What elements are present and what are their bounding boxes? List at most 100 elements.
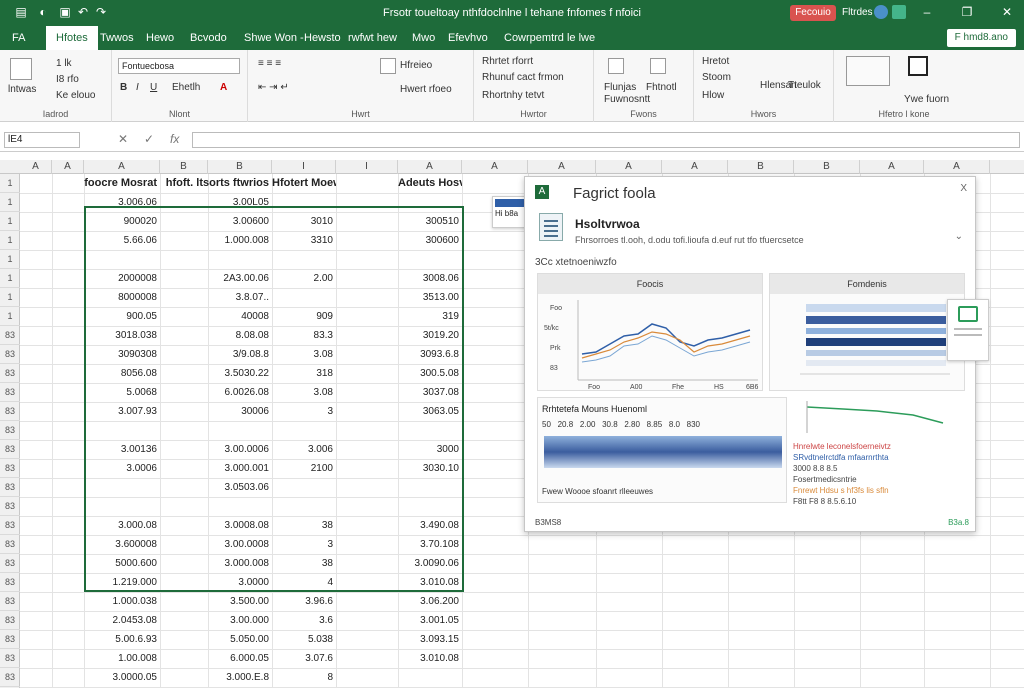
column-header[interactable]: A <box>528 160 596 174</box>
table-cell[interactable]: 3.010.08 <box>398 649 462 668</box>
row-header[interactable]: 83 <box>0 649 20 668</box>
table-cell[interactable]: 40008 <box>160 307 272 326</box>
table-cell[interactable]: 3.0000.05 <box>84 668 160 687</box>
insert-cells-button[interactable]: Hretot <box>702 56 729 67</box>
row-header[interactable]: 83 <box>0 459 20 478</box>
table-cell[interactable]: 3063.05 <box>398 402 462 421</box>
row-header[interactable]: 83 <box>0 478 20 497</box>
percent-button[interactable]: Rhortnhy tetvt <box>482 90 544 101</box>
table-cell[interactable]: 5.038 <box>272 630 336 649</box>
tab-help[interactable]: Efevhvo <box>448 26 488 50</box>
table-cell[interactable]: 318 <box>272 364 336 383</box>
ideas-button[interactable]: Ywe fuorn <box>904 94 949 105</box>
table-cell[interactable]: 38 <box>272 516 336 535</box>
table-cell[interactable]: 3.00.0006 <box>160 440 272 459</box>
column-header[interactable]: A <box>84 160 160 174</box>
format-painter-button[interactable]: Ke elouo <box>56 90 95 101</box>
table-cell[interactable]: 5000.600 <box>84 554 160 573</box>
table-cell[interactable]: 3.5030.22 <box>160 364 272 383</box>
delete-cells-button[interactable]: Stoom <box>702 72 731 83</box>
avatar[interactable] <box>874 5 888 19</box>
ideas-icon[interactable] <box>908 56 928 76</box>
table-cell[interactable]: 3/9.08.8 <box>160 345 272 364</box>
table-cell[interactable]: 3.0503.06 <box>160 478 272 497</box>
table-cell[interactable] <box>398 250 462 269</box>
row-header[interactable]: 1 <box>0 250 20 269</box>
table-cell[interactable]: 3.000.008 <box>160 554 272 573</box>
merge-center-button[interactable]: Hwert rfoeo <box>400 84 452 95</box>
table-cell[interactable]: 3.093.15 <box>398 630 462 649</box>
row-header[interactable]: 83 <box>0 516 20 535</box>
table-cell[interactable]: 83.3 <box>272 326 336 345</box>
table-cell[interactable]: 909 <box>272 307 336 326</box>
table-cell[interactable] <box>160 497 272 516</box>
wrap-text-button[interactable]: Hfreieo <box>400 60 432 71</box>
table-cell[interactable]: 3.00L05 <box>160 193 272 212</box>
table-cell[interactable]: 3.6 <box>272 611 336 630</box>
table-cell[interactable]: 2100 <box>272 459 336 478</box>
conditional-format-icon[interactable] <box>608 58 624 74</box>
table-cell[interactable]: 3.010.08 <box>398 573 462 592</box>
table-cell[interactable]: 5.00.6.93 <box>84 630 160 649</box>
table-cell[interactable]: 5.0068 <box>84 383 160 402</box>
column-header[interactable]: B <box>208 160 272 174</box>
table-cell[interactable]: 6.000.05 <box>160 649 272 668</box>
table-cell[interactable] <box>272 497 336 516</box>
row-header[interactable]: 83 <box>0 554 20 573</box>
tab-file[interactable]: FA <box>12 26 25 50</box>
table-cell[interactable]: 8000008 <box>84 288 160 307</box>
row-header[interactable]: 83 <box>0 497 20 516</box>
tab-tell-me[interactable]: Cowrpemtrd le lwe <box>504 26 595 50</box>
table-cell[interactable]: 3.00600 <box>160 212 272 231</box>
row-header[interactable]: 1 <box>0 174 20 193</box>
table-cell[interactable]: 2.00 <box>272 269 336 288</box>
table-cell[interactable]: 3037.08 <box>398 383 462 402</box>
table-cell[interactable]: 8056.08 <box>84 364 160 383</box>
table-cell[interactable]: 300600 <box>398 231 462 250</box>
table-cell[interactable]: 3513.00 <box>398 288 462 307</box>
table-cell[interactable]: 3.0006 <box>84 459 160 478</box>
align-icons[interactable]: ≡ ≡ ≡ <box>258 58 281 69</box>
table-cell[interactable] <box>160 250 272 269</box>
conditional-format-button[interactable]: Flunjas <box>604 82 636 93</box>
tab-view[interactable]: Mwo <box>412 26 435 50</box>
table-cell[interactable]: 3.490.08 <box>398 516 462 535</box>
column-header[interactable]: A <box>596 160 662 174</box>
row-header[interactable]: 83 <box>0 440 20 459</box>
row-header[interactable]: 1 <box>0 307 20 326</box>
currency-button[interactable]: Rhunuf cact frmon <box>482 72 564 83</box>
table-cell[interactable]: 3.8.07.. <box>160 288 272 307</box>
table-cell[interactable]: 3.00136 <box>84 440 160 459</box>
font-name-select[interactable]: Fontuecbosa <box>118 58 240 74</box>
row-header[interactable]: 83 <box>0 421 20 440</box>
table-cell[interactable]: 319 <box>398 307 462 326</box>
table-cell[interactable]: 3.08 <box>272 345 336 364</box>
format-table-icon[interactable] <box>650 58 666 74</box>
row-header[interactable]: 1 <box>0 193 20 212</box>
table-cell[interactable]: 3.000.08 <box>84 516 160 535</box>
table-cell[interactable]: 3.96.6 <box>272 592 336 611</box>
table-cell[interactable]: 1.000.008 <box>160 231 272 250</box>
column-title-cell[interactable]: foocre Mosrat <box>84 174 160 193</box>
underline-button[interactable]: U <box>150 82 157 93</box>
table-cell[interactable]: 3.08 <box>272 383 336 402</box>
table-cell[interactable]: 3.06.200 <box>398 592 462 611</box>
table-cell[interactable] <box>398 421 462 440</box>
table-cell[interactable]: 3.000.001 <box>160 459 272 478</box>
table-cell[interactable]: 38 <box>272 554 336 573</box>
share-button[interactable]: F hmd8.ano <box>946 29 1016 47</box>
table-cell[interactable] <box>272 421 336 440</box>
table-cell[interactable]: 3.00.0008 <box>160 535 272 554</box>
row-header[interactable]: 1 <box>0 231 20 250</box>
chart-card-heatmap[interactable]: Fomdenis <box>769 273 965 391</box>
italic-button[interactable]: I <box>136 82 139 93</box>
bold-button[interactable]: B <box>120 82 127 93</box>
table-cell[interactable]: 3019.20 <box>398 326 462 345</box>
row-header[interactable]: 83 <box>0 630 20 649</box>
table-cell[interactable] <box>272 478 336 497</box>
table-cell[interactable] <box>398 497 462 516</box>
column-header[interactable]: B <box>160 160 208 174</box>
table-cell[interactable]: 3.001.05 <box>398 611 462 630</box>
name-box[interactable]: lE4 <box>4 132 80 148</box>
quick-analysis-tag[interactable]: Hi b8a <box>492 196 528 228</box>
